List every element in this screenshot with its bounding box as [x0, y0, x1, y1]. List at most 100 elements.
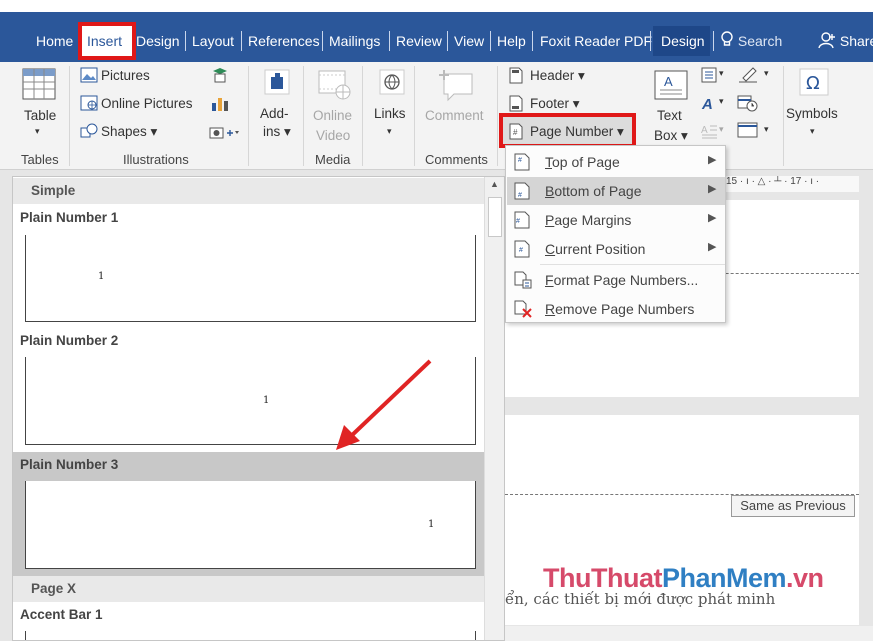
tab-references[interactable]: References — [248, 24, 320, 58]
horizontal-ruler[interactable]: 15 · ı · △ · ┴ · 17 · ı · — [726, 176, 859, 192]
online-pictures-icon — [80, 95, 98, 111]
svg-text:A: A — [664, 74, 673, 89]
tab-separator — [532, 31, 533, 51]
page-number-menu: # Top of Page ▶ # Bottom of Page ▶ # Pag… — [505, 145, 726, 323]
page-number-label: Page Number — [530, 124, 614, 139]
pictures-button[interactable]: Pictures — [101, 68, 150, 83]
menu-item-remove-page-numbers[interactable]: Remove Page Numbers — [507, 295, 725, 323]
menu-accelerator: P — [545, 212, 555, 228]
chevron-down-icon: ▾ — [719, 68, 724, 78]
header-button[interactable]: Header ▾ — [530, 68, 585, 84]
text-box-button[interactable]: Text — [657, 108, 682, 123]
menu-accelerator: C — [545, 241, 556, 257]
format-page-numbers-icon — [514, 271, 532, 289]
menu-label-rest: op of Page — [552, 154, 620, 170]
group-separator — [497, 66, 498, 166]
gallery-item-plain-number-3[interactable]: 1 — [25, 481, 476, 569]
footer-button[interactable]: Footer ▾ — [530, 96, 580, 112]
online-video-label-2: Video — [316, 128, 351, 143]
svg-text:Ω: Ω — [806, 73, 820, 94]
signature-line-icon[interactable] — [737, 66, 759, 84]
tab-mailings[interactable]: Mailings — [329, 24, 380, 58]
menu-item-format-page-numbers[interactable]: Format Page Numbers... — [507, 266, 725, 294]
page-number-icon: # — [509, 123, 523, 140]
scrollbar-thumb[interactable] — [488, 197, 502, 237]
chevron-down-icon: ▾ — [719, 96, 724, 106]
submenu-arrow-icon: ▶ — [708, 241, 717, 253]
comment-icon — [439, 70, 473, 102]
menu-label-rest: urrent Position — [555, 241, 646, 257]
watermark-part-a: ThuThuat — [543, 563, 662, 593]
tab-home[interactable]: Home — [36, 24, 73, 58]
menu-item-page-margins[interactable]: # Page Margins ▶ — [507, 206, 725, 234]
quick-parts-icon[interactable] — [701, 67, 717, 83]
table-button[interactable]: Table — [24, 108, 56, 123]
submenu-arrow-icon: ▶ — [708, 183, 717, 195]
scroll-up-icon[interactable]: ▲ — [490, 179, 499, 189]
watermark-part-c: .vn — [786, 563, 824, 593]
group-label-illustrations: Illustrations — [123, 152, 189, 167]
tab-design[interactable]: Design — [136, 24, 180, 58]
symbols-icon: Ω — [799, 68, 829, 96]
page-number-preview: 1 — [428, 519, 435, 530]
lightbulb-icon — [721, 31, 733, 46]
gallery-item-accent-bar-1[interactable] — [25, 631, 476, 640]
menu-item-current-position[interactable]: # Current Position ▶ — [507, 235, 725, 263]
menu-item-label: Format Page Numbers... — [545, 272, 698, 288]
tab-separator — [241, 31, 242, 51]
date-time-icon[interactable] — [737, 93, 759, 113]
drop-cap-icon[interactable]: A — [701, 123, 717, 139]
wordart-icon[interactable]: A — [701, 95, 717, 111]
gallery-scrollbar[interactable]: ▲ — [484, 177, 504, 640]
tab-separator — [447, 31, 448, 51]
group-separator — [303, 66, 304, 166]
screenshot-icon — [209, 127, 239, 139]
share-label: Share — [839, 33, 873, 49]
page-number-button[interactable]: Page Number ▾ — [530, 124, 624, 140]
menu-accelerator: F — [545, 272, 554, 288]
share-button[interactable]: Share — [818, 24, 873, 58]
table-icon — [22, 68, 56, 100]
status-bar — [505, 626, 873, 641]
tab-view[interactable]: View — [454, 24, 484, 58]
search-label: Search — [737, 33, 783, 49]
addins-label-1: Add- — [260, 106, 289, 121]
tab-review[interactable]: Review — [396, 24, 442, 58]
online-pictures-button[interactable]: Online Pictures — [101, 96, 193, 111]
menu-label-rest: age Margins — [554, 212, 632, 228]
menu-accelerator: T — [545, 154, 552, 170]
online-video-button[interactable]: Online — [313, 108, 352, 123]
svg-text:#: # — [519, 247, 523, 254]
tab-separator — [490, 31, 491, 51]
object-icon[interactable] — [737, 121, 759, 139]
same-as-previous-tag: Same as Previous — [731, 495, 855, 517]
symbols-button[interactable]: Symbols — [786, 106, 838, 121]
links-button[interactable]: Links — [374, 106, 406, 121]
gallery-item-plain-number-1[interactable]: 1 — [25, 235, 476, 322]
chevron-down-icon: ▾ — [810, 126, 815, 136]
tab-insert[interactable]: Insert — [87, 24, 122, 58]
online-video-icon — [318, 70, 351, 100]
chevron-down-icon: ▾ — [719, 124, 724, 134]
addins-button[interactable]: Add- — [260, 106, 289, 121]
ribbon-tab-bar: Home Insert Design Layout References Mai… — [0, 0, 873, 62]
tab-separator — [185, 31, 186, 51]
ribbon: Table ▾ Tables Pictures Online Pictures … — [0, 62, 873, 170]
gallery-item-title: Accent Bar 1 — [20, 607, 103, 622]
menu-item-top-of-page[interactable]: # Top of Page ▶ — [507, 148, 725, 176]
chevron-down-icon: ▾ — [35, 126, 40, 136]
text-box-label-2-wrap: Box ▾ — [654, 128, 688, 143]
tab-design-header-footer[interactable]: Design — [661, 24, 705, 58]
menu-label-rest: ormat Page Numbers... — [553, 272, 699, 288]
menu-item-bottom-of-page[interactable]: # Bottom of Page ▶ — [507, 177, 725, 205]
tell-me-search[interactable]: Search — [720, 24, 782, 58]
tab-layout[interactable]: Layout — [192, 24, 234, 58]
tab-foxit-reader-pdf[interactable]: Foxit Reader PDF — [540, 24, 652, 58]
shapes-button[interactable]: Shapes ▾ — [101, 124, 157, 140]
comment-button[interactable]: Comment — [425, 108, 484, 123]
watermark-part-b: PhanMem — [661, 563, 787, 593]
links-icon — [379, 69, 405, 95]
shapes-icon — [80, 123, 98, 138]
submenu-arrow-icon: ▶ — [708, 212, 717, 224]
tab-help[interactable]: Help — [497, 24, 526, 58]
